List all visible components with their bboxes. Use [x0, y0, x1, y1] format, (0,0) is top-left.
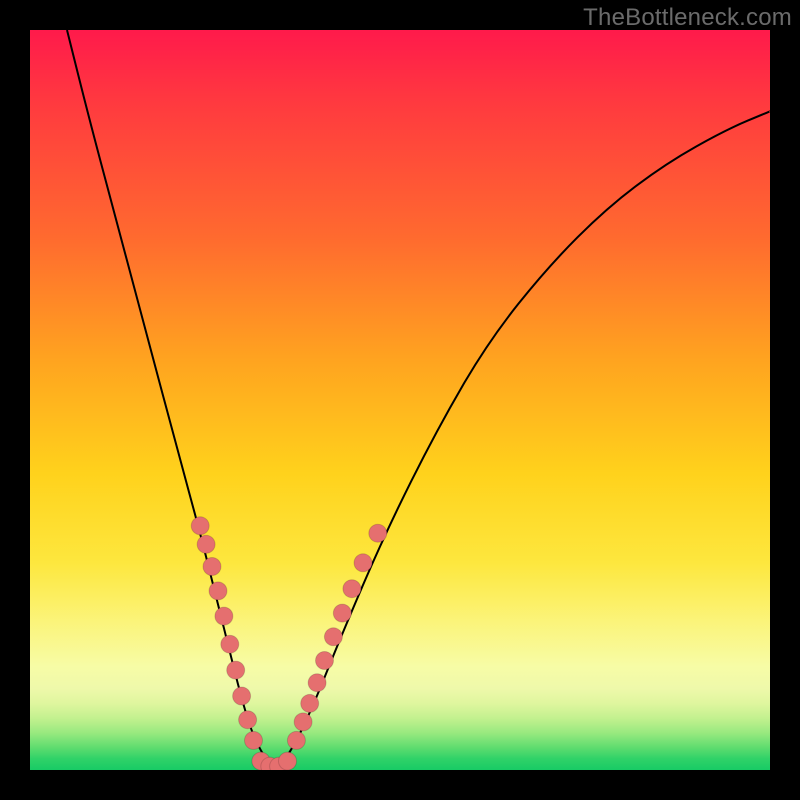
marker-left-7 — [233, 687, 251, 705]
marker-right-4 — [316, 652, 334, 670]
marker-right-3 — [308, 674, 326, 692]
plot-area — [30, 30, 770, 770]
marker-left-9 — [245, 731, 263, 749]
marker-left-5 — [221, 635, 239, 653]
marker-bottom-3 — [279, 752, 297, 770]
watermark-text: TheBottleneck.com — [583, 4, 792, 32]
marker-right-2 — [301, 694, 319, 712]
marker-right-7 — [343, 580, 361, 598]
chart-svg — [30, 30, 770, 770]
marker-right-0 — [287, 731, 305, 749]
bottleneck-curve — [67, 30, 770, 766]
marker-right-6 — [333, 604, 351, 622]
marker-right-1 — [294, 713, 312, 731]
marker-left-3 — [209, 582, 227, 600]
marker-left-8 — [239, 711, 257, 729]
chart-frame: TheBottleneck.com — [0, 0, 800, 800]
marker-left-1 — [197, 535, 215, 553]
marker-right-9 — [369, 524, 387, 542]
marker-left-4 — [215, 607, 233, 625]
marker-left-2 — [203, 558, 221, 576]
marker-left-6 — [227, 661, 245, 679]
marker-left-0 — [191, 517, 209, 535]
marker-right-5 — [324, 628, 342, 646]
curve-markers — [191, 517, 387, 770]
marker-right-8 — [354, 554, 372, 572]
